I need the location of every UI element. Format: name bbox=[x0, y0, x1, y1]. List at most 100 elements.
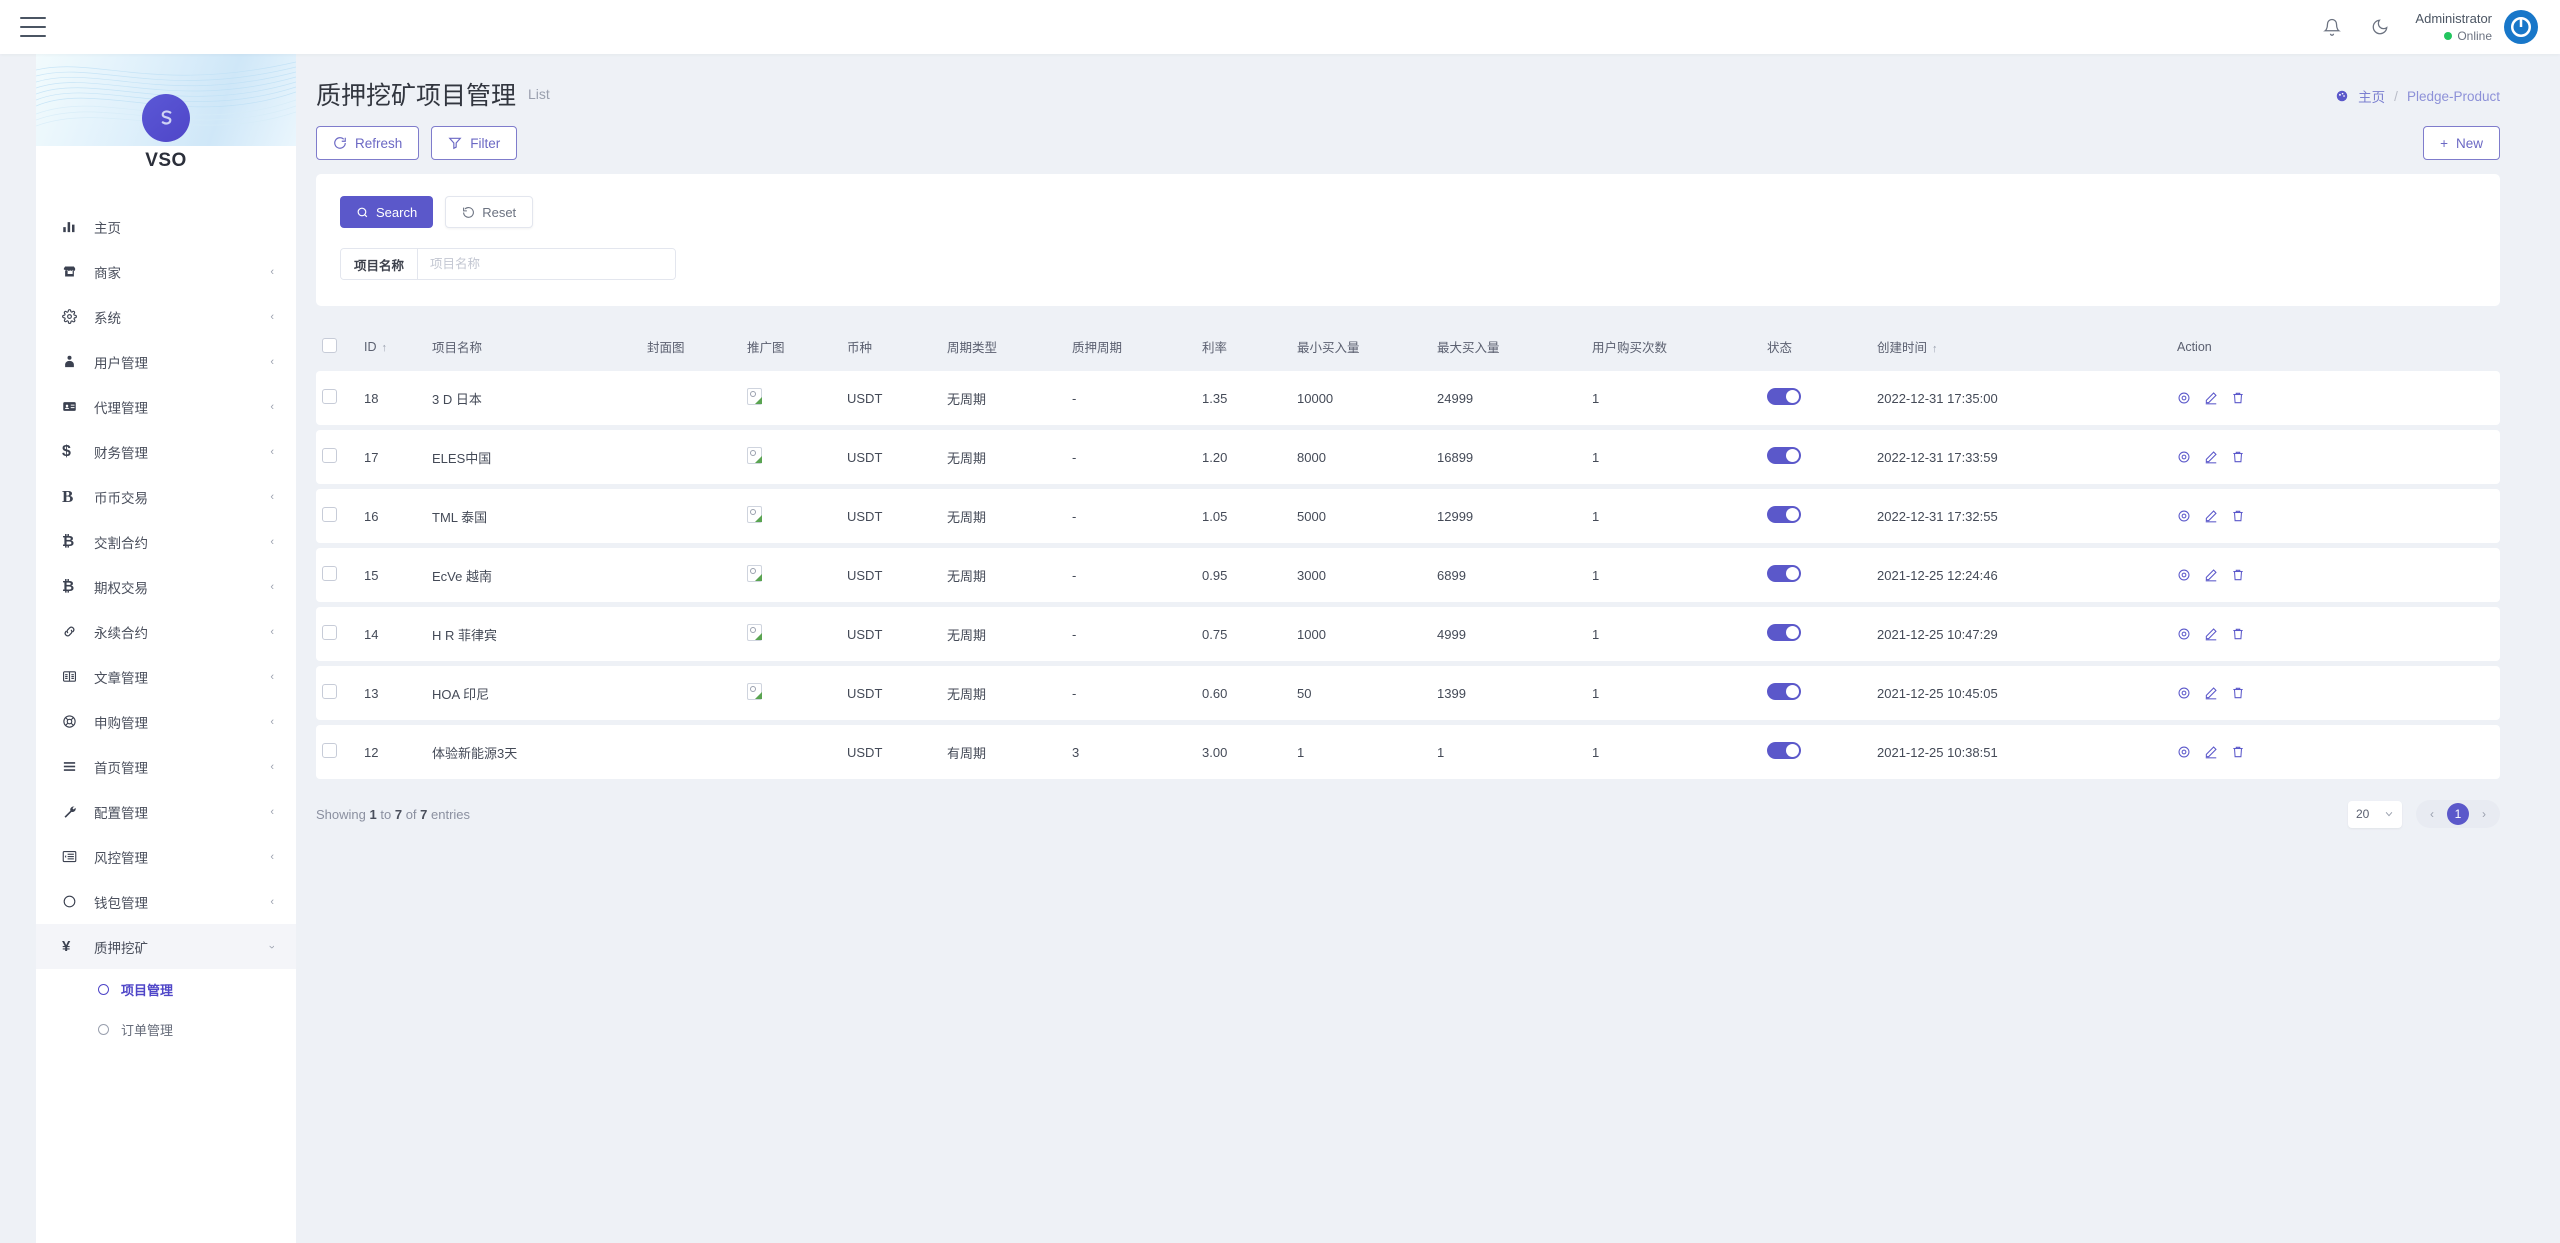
sidebar-item-agent-management[interactable]: 代理管理 ‹ bbox=[36, 384, 296, 429]
sidebar-item-option-trade[interactable]: ₿ 期权交易 ‹ bbox=[36, 564, 296, 609]
sidebar-item-perpetual-contract[interactable]: 永续合约 ‹ bbox=[36, 609, 296, 654]
edit-pencil-icon[interactable] bbox=[2204, 509, 2218, 523]
column-min-buy[interactable]: 最小买入量 bbox=[1291, 327, 1431, 366]
cell-action[interactable] bbox=[2171, 371, 2500, 425]
sidebar-subitem-project-management[interactable]: 项目管理 bbox=[36, 969, 296, 1009]
row-checkbox-cell[interactable] bbox=[316, 548, 358, 602]
sidebar-item-delivery-contract[interactable]: ₿ 交割合约 ‹ bbox=[36, 519, 296, 564]
moon-icon[interactable] bbox=[2367, 14, 2393, 40]
cell-action[interactable] bbox=[2171, 607, 2500, 661]
row-checkbox[interactable] bbox=[322, 684, 337, 699]
delete-trash-icon[interactable] bbox=[2231, 450, 2245, 464]
status-toggle[interactable] bbox=[1767, 388, 1801, 405]
cell-status[interactable] bbox=[1761, 430, 1871, 484]
row-checkbox[interactable] bbox=[322, 507, 337, 522]
next-page-button[interactable]: › bbox=[2473, 803, 2495, 825]
breadcrumb-home[interactable]: 主页 bbox=[2358, 86, 2385, 106]
delete-trash-icon[interactable] bbox=[2231, 509, 2245, 523]
column-max-buy[interactable]: 最大买入量 bbox=[1431, 327, 1586, 366]
sidebar-item-subscription-management[interactable]: 申购管理 ‹ bbox=[36, 699, 296, 744]
column-coin[interactable]: 币种 bbox=[841, 327, 941, 366]
column-rate[interactable]: 利率 bbox=[1196, 327, 1291, 366]
search-button[interactable]: Search bbox=[340, 196, 433, 228]
status-toggle[interactable] bbox=[1767, 624, 1801, 641]
edit-pencil-icon[interactable] bbox=[2204, 627, 2218, 641]
table-row[interactable]: 15EcVe 越南USDT无周期-0.953000689912021-12-25… bbox=[316, 548, 2500, 602]
row-checkbox-cell[interactable] bbox=[316, 725, 358, 779]
column-buy-times[interactable]: 用户购买次数 bbox=[1586, 327, 1761, 366]
cell-action[interactable] bbox=[2171, 666, 2500, 720]
edit-pencil-icon[interactable] bbox=[2204, 391, 2218, 405]
view-eye-icon[interactable] bbox=[2177, 568, 2191, 582]
status-toggle[interactable] bbox=[1767, 447, 1801, 464]
column-name[interactable]: 项目名称 bbox=[426, 327, 641, 366]
status-toggle[interactable] bbox=[1767, 506, 1801, 523]
sidebar-item-config-management[interactable]: 配置管理 ‹ bbox=[36, 789, 296, 834]
view-eye-icon[interactable] bbox=[2177, 627, 2191, 641]
avatar[interactable] bbox=[2504, 10, 2538, 44]
delete-trash-icon[interactable] bbox=[2231, 686, 2245, 700]
sidebar-item-coin-trade[interactable]: B 币币交易 ‹ bbox=[36, 474, 296, 519]
delete-trash-icon[interactable] bbox=[2231, 745, 2245, 759]
table-row[interactable]: 13HOA 印尼USDT无周期-0.6050139912021-12-25 10… bbox=[316, 666, 2500, 720]
row-checkbox[interactable] bbox=[322, 743, 337, 758]
cell-action[interactable] bbox=[2171, 725, 2500, 779]
status-toggle[interactable] bbox=[1767, 565, 1801, 582]
column-pledge-period[interactable]: 质押周期 bbox=[1066, 327, 1196, 366]
edit-pencil-icon[interactable] bbox=[2204, 686, 2218, 700]
row-checkbox[interactable] bbox=[322, 566, 337, 581]
per-page-select[interactable]: 20 bbox=[2348, 801, 2402, 828]
delete-trash-icon[interactable] bbox=[2231, 391, 2245, 405]
sidebar-item-pledge-mining[interactable]: ¥ 质押挖矿 ‹ bbox=[36, 924, 296, 969]
view-eye-icon[interactable] bbox=[2177, 391, 2191, 405]
row-checkbox-cell[interactable] bbox=[316, 607, 358, 661]
view-eye-icon[interactable] bbox=[2177, 686, 2191, 700]
row-checkbox-cell[interactable] bbox=[316, 371, 358, 425]
brand[interactable]: VSO bbox=[36, 94, 296, 190]
hamburger-icon[interactable] bbox=[20, 17, 46, 37]
table-row[interactable]: 183 D 日本USDT无周期-1.35100002499912022-12-3… bbox=[316, 371, 2500, 425]
cell-status[interactable] bbox=[1761, 548, 1871, 602]
cell-status[interactable] bbox=[1761, 666, 1871, 720]
table-row[interactable]: 14H R 菲律宾USDT无周期-0.751000499912021-12-25… bbox=[316, 607, 2500, 661]
column-cover[interactable]: 封面图 bbox=[641, 327, 741, 366]
sidebar-item-user-management[interactable]: 用户管理 ‹ bbox=[36, 339, 296, 384]
page-1-button[interactable]: 1 bbox=[2447, 803, 2469, 825]
delete-trash-icon[interactable] bbox=[2231, 568, 2245, 582]
select-all-checkbox[interactable] bbox=[322, 338, 337, 353]
refresh-button[interactable]: Refresh bbox=[316, 126, 419, 160]
filter-button[interactable]: Filter bbox=[431, 126, 517, 160]
project-name-input[interactable] bbox=[418, 249, 675, 279]
edit-pencil-icon[interactable] bbox=[2204, 450, 2218, 464]
row-checkbox[interactable] bbox=[322, 389, 337, 404]
column-status[interactable]: 状态 bbox=[1761, 327, 1871, 366]
view-eye-icon[interactable] bbox=[2177, 745, 2191, 759]
row-checkbox[interactable] bbox=[322, 448, 337, 463]
column-cycle-type[interactable]: 周期类型 bbox=[941, 327, 1066, 366]
status-toggle[interactable] bbox=[1767, 742, 1801, 759]
cell-status[interactable] bbox=[1761, 607, 1871, 661]
row-checkbox-cell[interactable] bbox=[316, 666, 358, 720]
cell-action[interactable] bbox=[2171, 430, 2500, 484]
sidebar-item-wallet-management[interactable]: 钱包管理 ‹ bbox=[36, 879, 296, 924]
column-promo[interactable]: 推广图 bbox=[741, 327, 841, 366]
reset-button[interactable]: Reset bbox=[445, 196, 533, 228]
sidebar-item-homepage-management[interactable]: 首页管理 ‹ bbox=[36, 744, 296, 789]
status-toggle[interactable] bbox=[1767, 683, 1801, 700]
sidebar-item-system[interactable]: 系统 ‹ bbox=[36, 294, 296, 339]
sidebar-item-risk-management[interactable]: 风控管理 ‹ bbox=[36, 834, 296, 879]
cell-action[interactable] bbox=[2171, 548, 2500, 602]
prev-page-button[interactable]: ‹ bbox=[2421, 803, 2443, 825]
edit-pencil-icon[interactable] bbox=[2204, 568, 2218, 582]
view-eye-icon[interactable] bbox=[2177, 450, 2191, 464]
table-row[interactable]: 12体验新能源3天USDT有周期33.001112021-12-25 10:38… bbox=[316, 725, 2500, 779]
new-button[interactable]: + New bbox=[2423, 126, 2500, 160]
cell-status[interactable] bbox=[1761, 371, 1871, 425]
column-id[interactable]: ID↑ bbox=[358, 327, 426, 366]
row-checkbox[interactable] bbox=[322, 625, 337, 640]
sidebar-subitem-order-management[interactable]: 订单管理 bbox=[36, 1009, 296, 1049]
sidebar-item-merchant[interactable]: 商家 ‹ bbox=[36, 249, 296, 294]
table-row[interactable]: 17ELES中国USDT无周期-1.2080001689912022-12-31… bbox=[316, 430, 2500, 484]
notification-bell-icon[interactable] bbox=[2319, 14, 2345, 40]
row-checkbox-cell[interactable] bbox=[316, 430, 358, 484]
